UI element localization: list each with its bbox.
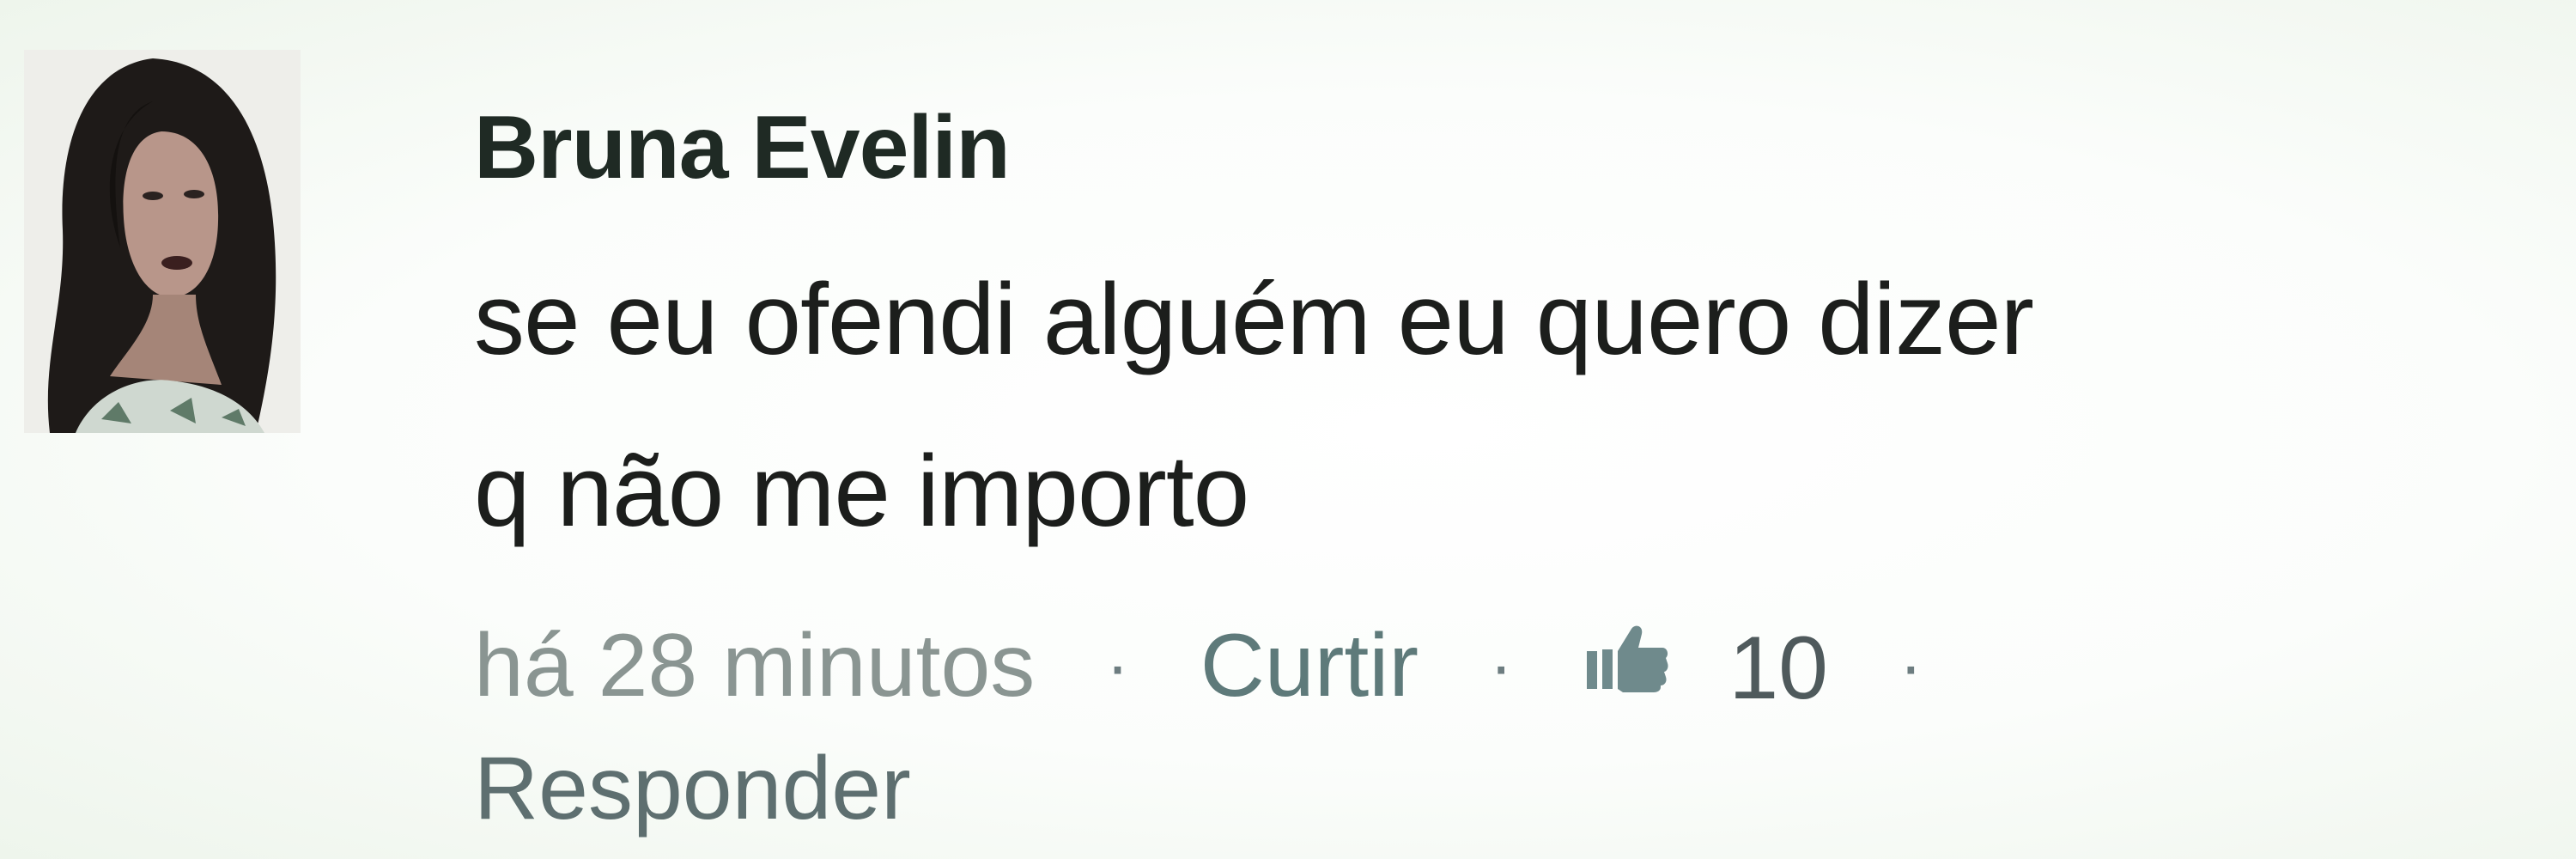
- separator: ·: [1899, 626, 1923, 704]
- reply-button[interactable]: Responder: [474, 733, 2552, 844]
- like-button[interactable]: Curtir: [1200, 601, 1419, 730]
- thumbs-up-icon: [1587, 625, 1668, 692]
- comment-body: Bruna Evelin se eu ofendi alguém eu quer…: [474, 96, 2552, 844]
- avatar[interactable]: [24, 50, 301, 433]
- comment-text: se eu ofendi alguém eu quero dizer q não…: [474, 234, 2552, 577]
- like-count-group[interactable]: 10: [1583, 598, 1828, 734]
- comment-text-line: q não me importo: [474, 435, 1249, 548]
- profile-photo: [24, 50, 301, 433]
- timestamp[interactable]: há 28 minutos: [474, 601, 1035, 730]
- separator: ·: [1489, 626, 1513, 704]
- separator: ·: [1106, 626, 1129, 704]
- like-count: 10: [1728, 618, 1829, 719]
- comment-actions: há 28 minutos · Curtir · 10 ·: [474, 594, 2552, 733]
- comment-card: Bruna Evelin se eu ofendi alguém eu quer…: [0, 0, 2576, 859]
- comment-text-line: se eu ofendi alguém eu quero dizer: [474, 263, 2034, 376]
- author-name[interactable]: Bruna Evelin: [474, 96, 2552, 199]
